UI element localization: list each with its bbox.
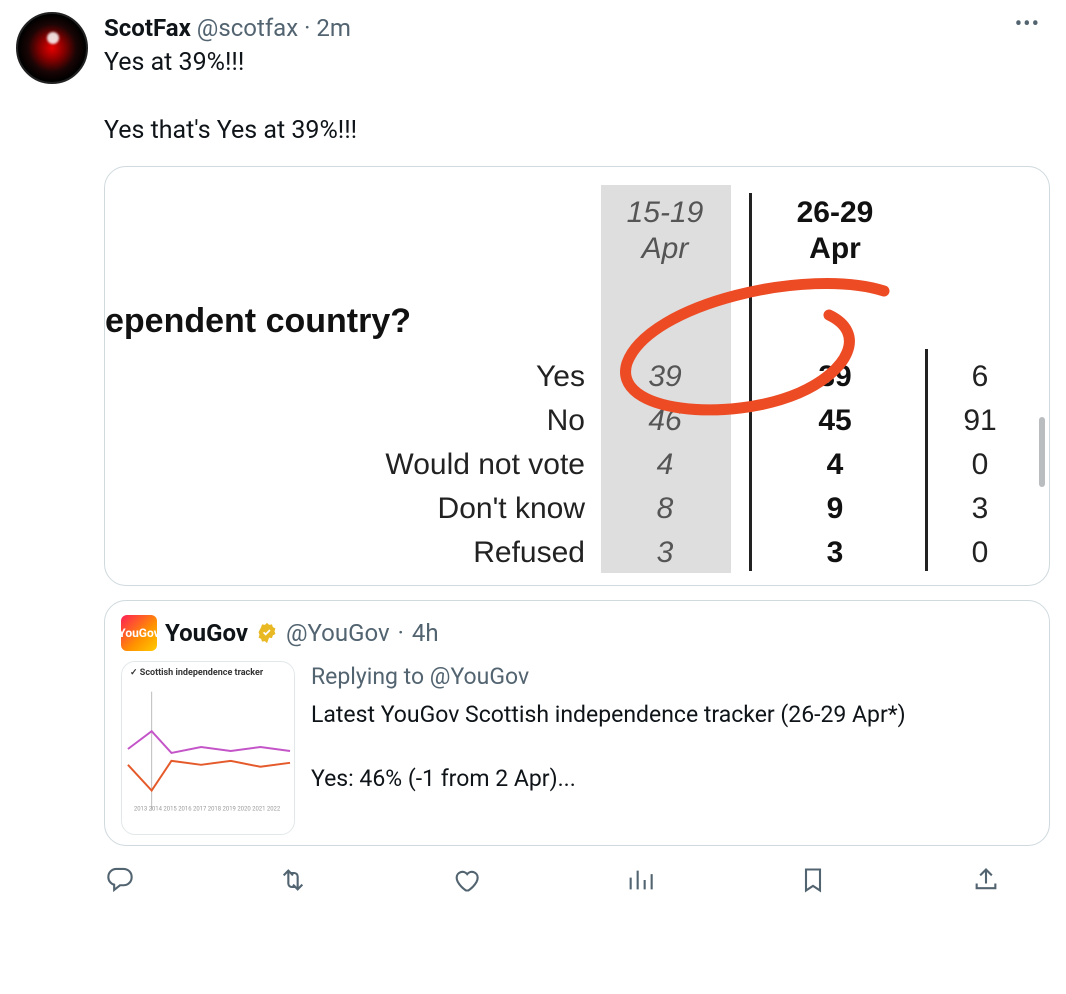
bookmark-button[interactable] xyxy=(793,860,833,900)
quoted-tweet[interactable]: YouGov YouGov @YouGov · 4h ✓ Scottish in… xyxy=(104,600,1050,846)
share-button[interactable] xyxy=(966,860,1006,900)
reply-icon xyxy=(106,866,134,894)
replying-to[interactable]: Replying to @YouGov xyxy=(311,661,1033,693)
table-row: No 46 45 91 xyxy=(105,399,1049,443)
quoted-handle[interactable]: @YouGov xyxy=(286,619,390,647)
tweet-header: ScotFax @scotfax · 2m xyxy=(104,12,1050,44)
quoted-timestamp[interactable]: 4h xyxy=(412,619,439,647)
views-icon xyxy=(626,866,654,894)
quoted-text: Latest YouGov Scottish independence trac… xyxy=(311,699,1033,796)
table-row: Don't know 8 9 3 xyxy=(105,487,1049,531)
quoted-image-thumbnail[interactable]: ✓ Scottish independence tracker 2013 201… xyxy=(121,661,295,835)
separator: · xyxy=(304,12,310,44)
svg-text:2013 2014 2015 2016 2017: 2013 2014 2015 2016 2017 2018 2019 2020 … xyxy=(134,805,281,812)
attached-image[interactable]: 15-19 Apr 26-29 Apr ependent country? Ye… xyxy=(104,166,1050,586)
like-button[interactable] xyxy=(446,860,486,900)
table-row: Yes 39 39 6 xyxy=(105,355,1049,399)
column-header-2: 26-29 Apr xyxy=(765,195,905,267)
heart-icon xyxy=(452,866,480,894)
share-icon xyxy=(972,866,1000,894)
more-options-button[interactable]: ••• xyxy=(1007,8,1048,41)
handle[interactable]: @scotfax xyxy=(197,12,298,44)
quoted-display-name[interactable]: YouGov xyxy=(165,619,248,647)
tweet-text: Yes at 39%!!! Yes that's Yes at 39%!!! xyxy=(104,46,1050,147)
reply-button[interactable] xyxy=(100,860,140,900)
bookmark-icon xyxy=(799,866,827,894)
line-chart-icon: 2013 2014 2015 2016 2017 2018 2019 2020 … xyxy=(122,662,294,834)
table-row: Would not vote 4 4 0 xyxy=(105,443,1049,487)
tweet-actions xyxy=(100,860,1066,900)
verified-badge-icon xyxy=(256,622,278,644)
retweet-icon xyxy=(279,866,307,894)
display-name[interactable]: ScotFax xyxy=(104,12,191,44)
question-heading-partial: ependent country? xyxy=(105,302,411,341)
quoted-avatar[interactable]: YouGov xyxy=(121,615,157,651)
table-row: Refused 3 3 0 xyxy=(105,531,1049,575)
quoted-tweet-header: YouGov YouGov @YouGov · 4h xyxy=(121,615,1033,651)
timestamp[interactable]: 2m xyxy=(316,12,351,44)
retweet-button[interactable] xyxy=(273,860,313,900)
column-header-1: 15-19 Apr xyxy=(595,195,735,267)
tweet[interactable]: ScotFax @scotfax · 2m Yes at 39%!!! Yes … xyxy=(0,0,1066,850)
scrollbar-thumb[interactable] xyxy=(1039,417,1045,487)
views-button[interactable] xyxy=(620,860,660,900)
avatar[interactable] xyxy=(16,12,88,84)
poll-table-image: 15-19 Apr 26-29 Apr ependent country? Ye… xyxy=(105,167,1049,585)
separator: · xyxy=(398,619,404,647)
